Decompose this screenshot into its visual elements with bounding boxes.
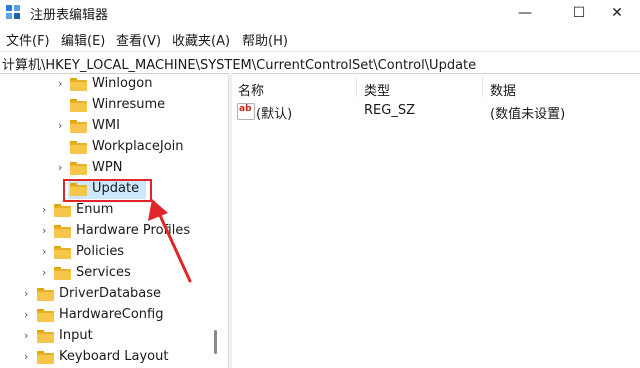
tree-node-wmi[interactable]: › WMI bbox=[0, 117, 220, 138]
menu-edit[interactable]: 编辑(E) bbox=[61, 30, 105, 49]
tree-node-label: WorkplaceJoin bbox=[92, 139, 184, 154]
values-pane[interactable]: 名称 类型 数据 ab (默认) REG_SZ (数值未设置) bbox=[232, 73, 640, 368]
tree-node-label: DriverDatabase bbox=[59, 286, 162, 301]
column-header-name[interactable]: 名称 bbox=[238, 80, 264, 99]
tree-scrollbar[interactable] bbox=[214, 330, 217, 354]
column-separator[interactable] bbox=[482, 77, 483, 97]
string-value-icon: ab bbox=[237, 103, 255, 120]
tree-node-workplacejoin[interactable]: WorkplaceJoin bbox=[0, 138, 220, 159]
folder-icon bbox=[54, 204, 71, 217]
tree-node-label: Keyboard Layout bbox=[59, 349, 169, 364]
menu-help[interactable]: 帮助(H) bbox=[242, 30, 288, 49]
folder-icon bbox=[54, 267, 71, 280]
value-name: (默认) bbox=[256, 107, 293, 122]
minimize-button[interactable]: — bbox=[502, 0, 548, 26]
folder-icon bbox=[70, 120, 87, 133]
window-title: 注册表编辑器 bbox=[30, 8, 109, 23]
value-type: REG_SZ bbox=[364, 103, 415, 118]
annotation-arrow-icon bbox=[148, 199, 192, 283]
folder-icon bbox=[54, 246, 71, 259]
folder-icon bbox=[70, 162, 87, 175]
tree-node-label: Services bbox=[76, 265, 131, 280]
chevron-right-icon[interactable]: › bbox=[24, 308, 34, 322]
column-separator[interactable] bbox=[356, 77, 357, 97]
folder-icon bbox=[37, 309, 54, 322]
tree-node-label: WMI bbox=[92, 118, 120, 133]
tree-node-winlogon[interactable]: › Winlogon bbox=[0, 75, 220, 96]
tree-node-label: Winlogon bbox=[92, 76, 153, 91]
chevron-right-icon[interactable]: › bbox=[58, 77, 68, 91]
chevron-right-icon[interactable]: › bbox=[24, 287, 34, 301]
tree-node-keyboard-layout[interactable]: › Keyboard Layout bbox=[0, 348, 220, 368]
chevron-right-icon[interactable]: › bbox=[42, 203, 52, 217]
chevron-right-icon[interactable]: › bbox=[42, 266, 52, 280]
close-button[interactable]: ✕ bbox=[594, 0, 640, 26]
folder-icon bbox=[37, 330, 54, 343]
tree-node-label: Policies bbox=[76, 244, 125, 259]
tree-node-label: WPN bbox=[92, 160, 123, 175]
folder-icon bbox=[37, 351, 54, 364]
folder-icon bbox=[54, 225, 71, 238]
chevron-right-icon[interactable]: › bbox=[42, 245, 52, 259]
address-path[interactable]: 计算机\HKEY_LOCAL_MACHINE\SYSTEM\CurrentCon… bbox=[2, 54, 476, 73]
title-bar: 注册表编辑器 — ☐ ✕ bbox=[0, 0, 640, 26]
chevron-right-icon[interactable]: › bbox=[24, 329, 34, 343]
menu-favorites[interactable]: 收藏夹(A) bbox=[172, 30, 230, 49]
menu-view[interactable]: 查看(V) bbox=[116, 30, 161, 49]
address-bar[interactable]: 计算机\HKEY_LOCAL_MACHINE\SYSTEM\CurrentCon… bbox=[0, 51, 640, 74]
chevron-right-icon[interactable]: › bbox=[58, 119, 68, 133]
folder-icon bbox=[70, 78, 87, 91]
tree-node-hardwareconfig[interactable]: › HardwareConfig bbox=[0, 306, 220, 327]
folder-icon bbox=[37, 288, 54, 301]
tree-node-winresume[interactable]: Winresume bbox=[0, 96, 220, 117]
folder-icon bbox=[70, 99, 87, 112]
column-header-data[interactable]: 数据 bbox=[490, 80, 516, 99]
chevron-right-icon[interactable]: › bbox=[58, 161, 68, 175]
tree-node-wpn[interactable]: › WPN bbox=[0, 159, 220, 180]
regedit-app-icon bbox=[6, 5, 20, 19]
annotation-highlight-box bbox=[63, 179, 152, 202]
tree-node-label: HardwareConfig bbox=[59, 307, 164, 322]
chevron-right-icon[interactable]: › bbox=[42, 224, 52, 238]
value-data: (数值未设置) bbox=[490, 107, 566, 122]
tree-node-input[interactable]: › Input bbox=[0, 327, 220, 348]
menu-bar: 文件(F) 编辑(E) 查看(V) 收藏夹(A) 帮助(H) bbox=[0, 28, 640, 49]
tree-node-label: Input bbox=[59, 328, 93, 343]
menu-file[interactable]: 文件(F) bbox=[6, 30, 50, 49]
column-header-type[interactable]: 类型 bbox=[364, 80, 390, 99]
tree-node-label: Enum bbox=[76, 202, 114, 217]
chevron-right-icon[interactable]: › bbox=[24, 350, 34, 364]
tree-node-label: Winresume bbox=[92, 97, 166, 112]
tree-node-driverdatabase[interactable]: › DriverDatabase bbox=[0, 285, 220, 306]
folder-icon bbox=[70, 141, 87, 154]
